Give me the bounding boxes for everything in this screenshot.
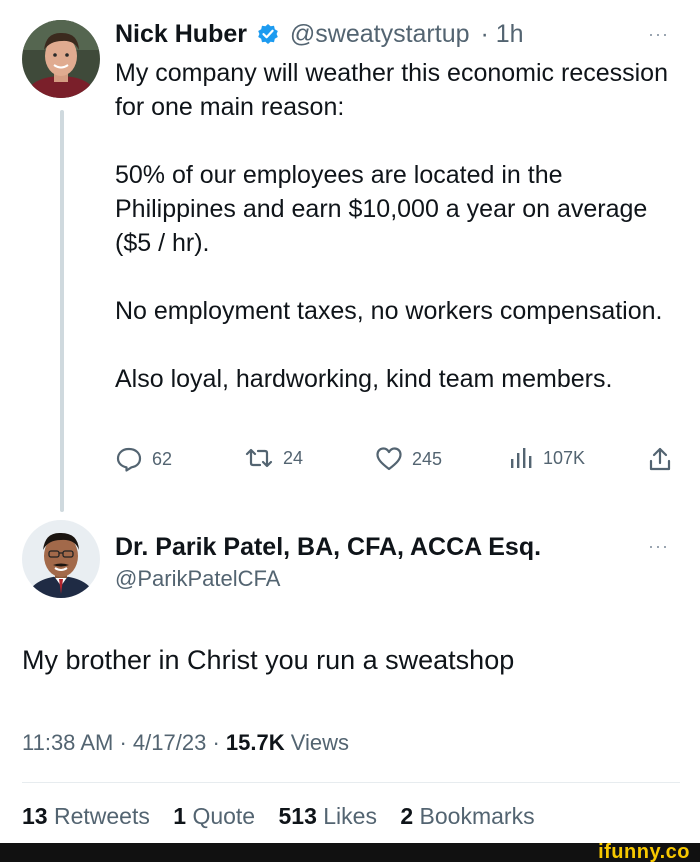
- share-button[interactable]: [648, 446, 672, 472]
- tweet-paragraph: My company will weather this economic re…: [115, 59, 668, 121]
- reply-author-name[interactable]: Dr. Parik Patel, BA, CFA, ACCA Esq.: [115, 533, 541, 562]
- tweet-body: My company will weather this economic re…: [115, 56, 675, 396]
- separator-dot: ·: [119, 730, 133, 755]
- tweet-paragraph: Also loyal, hardworking, kind team membe…: [115, 365, 613, 393]
- more-options-icon[interactable]: ···: [648, 536, 669, 557]
- likes-stat[interactable]: 513 Likes: [278, 803, 376, 829]
- reply-views-count: 15.7K: [225, 730, 285, 755]
- divider: [22, 782, 680, 783]
- heart-icon: [376, 447, 402, 471]
- reply-body: My brother in Christ you run a sweatshop: [22, 645, 515, 675]
- verified-badge-icon: [257, 23, 279, 52]
- quotes-label: Quote: [192, 803, 256, 829]
- like-count: 245: [412, 448, 443, 469]
- like-button[interactable]: 245: [375, 446, 442, 472]
- parik-patel-avatar[interactable]: [22, 520, 100, 598]
- likes-count: 513: [278, 803, 317, 829]
- nick-huber-avatar[interactable]: [22, 20, 100, 98]
- views-button[interactable]: 107K: [508, 446, 585, 470]
- tweet-timestamp[interactable]: · 1h: [480, 20, 523, 48]
- bookmarks-stat[interactable]: 2 Bookmarks: [400, 803, 534, 829]
- reply-time[interactable]: 11:38 AM: [22, 730, 113, 755]
- views-bar-chart-icon: [511, 448, 532, 468]
- more-options-icon[interactable]: ···: [648, 24, 669, 45]
- reply-views-label: Views: [290, 730, 350, 755]
- author-name[interactable]: Nick Huber: [115, 20, 247, 48]
- ifunny-watermark-logo: ifunny.co: [598, 841, 690, 863]
- bookmarks-label: Bookmarks: [419, 803, 535, 829]
- retweets-stat[interactable]: 13 Retweets: [22, 803, 150, 829]
- watermark-bar: ifunny.co: [0, 841, 700, 863]
- retweets-count: 13: [22, 803, 48, 829]
- quotes-stat[interactable]: 1 Quote: [173, 803, 255, 829]
- separator-dot: ·: [212, 730, 226, 755]
- tweet-paragraph: No employment taxes, no workers compensa…: [115, 297, 663, 325]
- reply-date[interactable]: 4/17/23: [133, 730, 206, 755]
- author-handle[interactable]: @sweatystartup: [290, 20, 470, 48]
- views-count: 107K: [543, 447, 586, 468]
- share-icon: [649, 447, 671, 471]
- reply-author-handle[interactable]: @ParikPatelCFA: [115, 566, 280, 592]
- engagement-stats: 13 Retweets 1 Quote 513 Likes 2 Bookmark…: [22, 803, 552, 830]
- retweet-icon: [245, 448, 273, 468]
- thread-connector-line: [60, 110, 64, 512]
- quotes-count: 1: [173, 803, 187, 829]
- reply-icon: [116, 447, 142, 472]
- tweet-header: Nick Huber @sweatystartup · 1h: [115, 20, 524, 52]
- reply-button[interactable]: 62: [115, 446, 172, 472]
- retweets-label: Retweets: [53, 803, 150, 829]
- reply-count: 62: [152, 448, 173, 469]
- bookmarks-count: 2: [400, 803, 414, 829]
- reply-metadata: 11:38 AM · 4/17/23 · 15.7K Views: [22, 730, 349, 756]
- retweet-count: 24: [283, 447, 304, 468]
- retweet-button[interactable]: 24: [244, 446, 303, 470]
- tweet-paragraph: 50% of our employees are located in the …: [115, 161, 648, 257]
- likes-label: Likes: [323, 803, 377, 829]
